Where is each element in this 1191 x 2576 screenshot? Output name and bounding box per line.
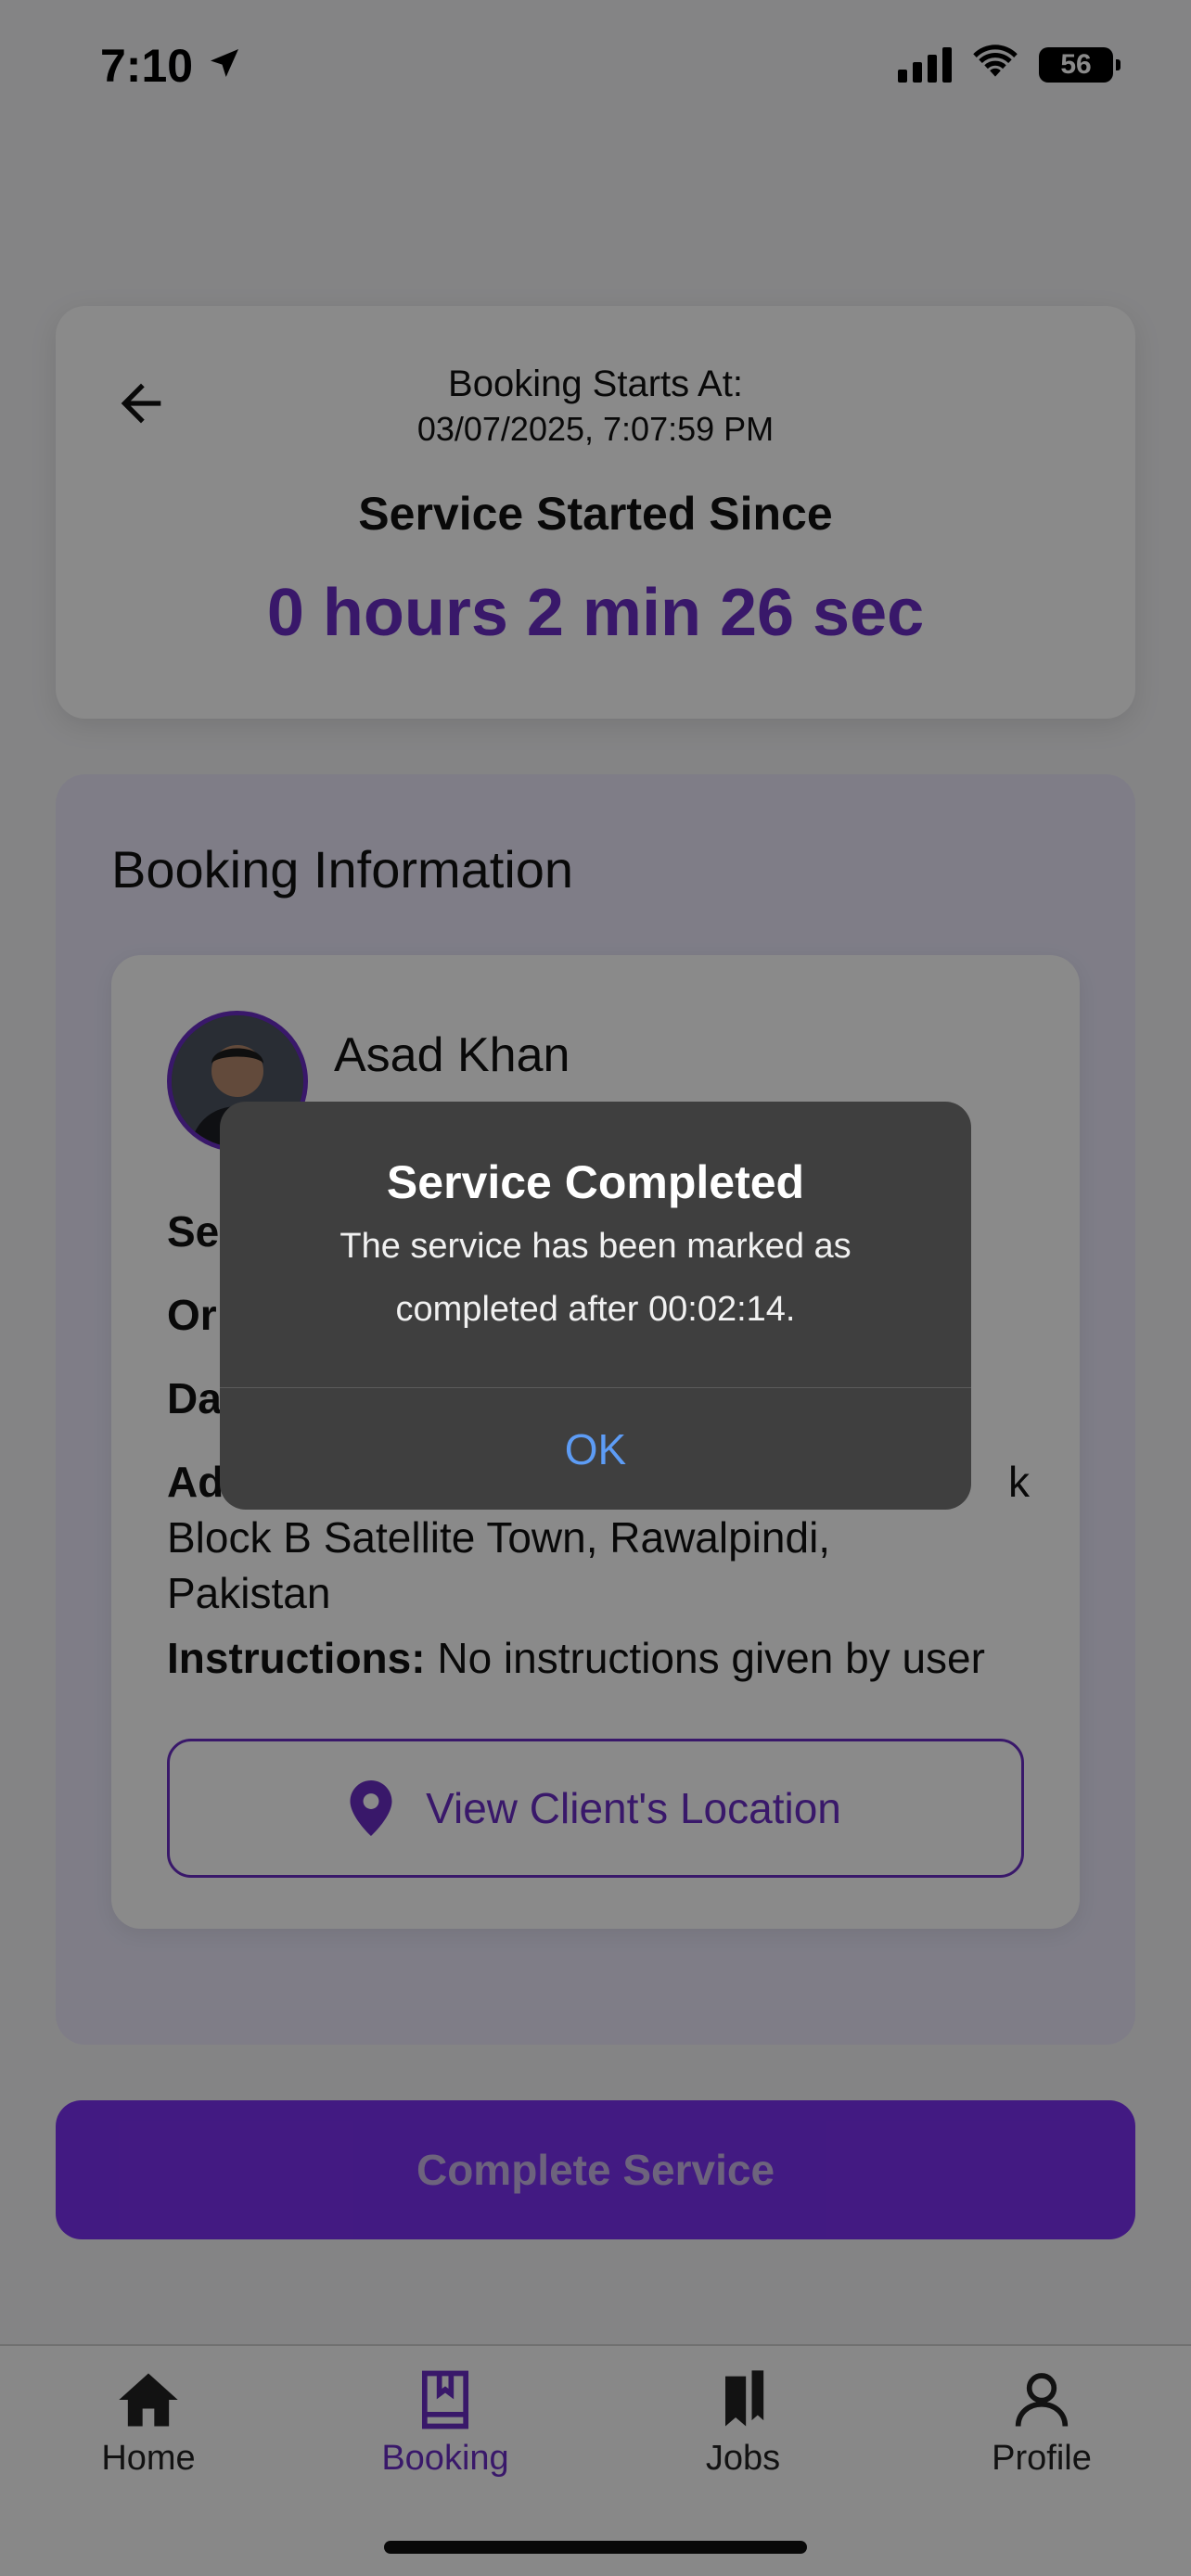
alert-title: Service Completed [386,1156,805,1208]
alert-message: The service has been marked as completed… [339,1227,852,1329]
alert-ok-button[interactable]: OK [220,1388,971,1510]
service-completed-alert: Service Completed The service has been m… [220,1102,971,1510]
app-screen: 7:10 56 Booking Starts At: 03/07/2025, 7… [0,0,1191,2576]
